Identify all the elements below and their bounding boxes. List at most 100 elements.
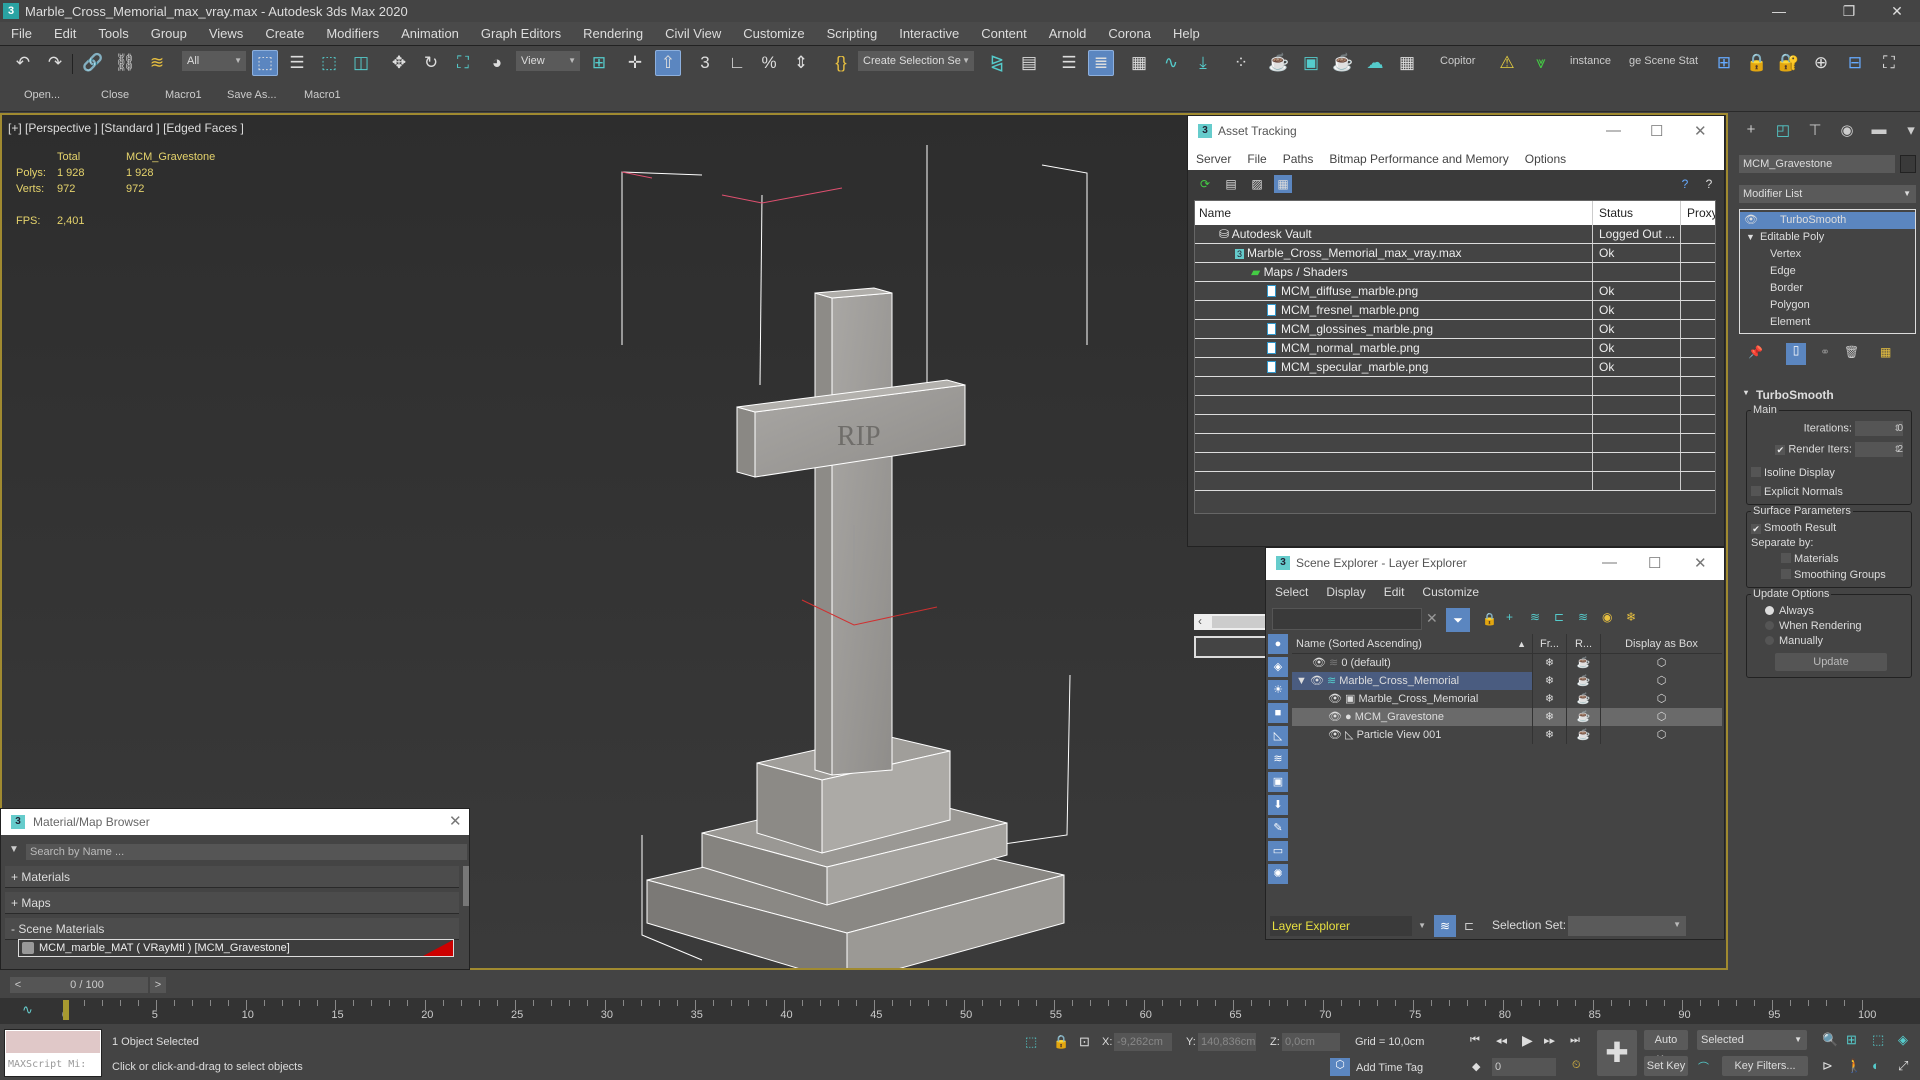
play-icon[interactable]: ▶ [1522, 1032, 1533, 1049]
a360-gallery-icon[interactable]: ▦ [1394, 50, 1420, 76]
curve-editor-icon[interactable]: ∿ [1158, 50, 1184, 76]
select-by-name-icon[interactable]: ☰ [284, 50, 310, 76]
layer-row[interactable]: 👁 ≋ 0 (default) ❄ ☕ ⬡ [1292, 654, 1722, 672]
snaps-toggle-icon[interactable]: 3 [692, 50, 718, 76]
refresh-icon[interactable]: ⟳ [1196, 175, 1214, 193]
angle-snap-icon[interactable]: ∟ [724, 50, 750, 76]
materials-checkbox[interactable] [1781, 553, 1791, 563]
asset-row[interactable]: MCM_specular_marble.png Ok [1195, 358, 1715, 377]
visibility-eye-icon[interactable]: 👁 [1310, 675, 1324, 687]
link-icon[interactable]: 🔗 [80, 50, 106, 76]
layer-mode-icon[interactable]: ≋ [1434, 915, 1456, 937]
materials-section[interactable]: + Materials [5, 866, 459, 888]
schematic-view-icon[interactable]: ⤓ [1190, 50, 1216, 76]
configure-modifier-sets-icon[interactable]: ▦ [1880, 345, 1891, 359]
space-warps-filter-icon[interactable]: ≋ [1268, 749, 1288, 769]
add-layer-icon[interactable]: + [1506, 610, 1513, 624]
helpers-filter-icon[interactable]: ◺ [1268, 726, 1288, 746]
keyboard-shortcut-override-icon[interactable]: ⇧ [655, 50, 681, 76]
pin-stack-icon[interactable]: 📌 [1748, 345, 1763, 359]
add-layout-icon[interactable]: ⊕ [1808, 50, 1834, 76]
eye-icon[interactable]: 👁 [1744, 212, 1758, 229]
menu-server[interactable]: Server [1188, 152, 1239, 166]
rendered-frame-window-icon[interactable]: ▣ [1298, 50, 1324, 76]
object-row[interactable]: 👁 ▣ Marble_Cross_Memorial ❄ ☕ ⬡ [1292, 690, 1722, 708]
visibility-eye-icon[interactable]: 👁 [1312, 657, 1326, 669]
menu-select[interactable]: Select [1266, 585, 1317, 599]
close-button[interactable]: ✕ [449, 812, 462, 830]
y-coordinate-field[interactable]: 140,836cm [1198, 1033, 1256, 1051]
isolate-icon[interactable]: ◉ [1602, 610, 1612, 624]
percent-snap-icon[interactable]: % [756, 50, 782, 76]
render-iters-checkbox[interactable]: ✔ [1775, 445, 1786, 456]
asset-row[interactable]: ⛁ Autodesk Vault Logged Out ... [1195, 225, 1715, 244]
update-button[interactable]: Update [1775, 653, 1887, 671]
current-frame-marker[interactable] [63, 1000, 69, 1020]
particles-filter-icon[interactable]: ✺ [1268, 864, 1288, 884]
go-to-end-icon[interactable]: ⏭ [1570, 1034, 1580, 1047]
stack-item-polygon[interactable]: Polygon [1740, 297, 1915, 314]
menu-tools[interactable]: Tools [87, 22, 139, 46]
menu-animation[interactable]: Animation [390, 22, 470, 46]
zoom-icon[interactable]: 🔍 [1822, 1032, 1838, 1048]
bones-filter-icon[interactable]: ✎ [1268, 818, 1288, 838]
modifier-list-select[interactable]: Modifier List ▼ [1739, 185, 1916, 203]
object-name-field[interactable]: MCM_Gravestone [1739, 155, 1895, 173]
explorer-type-select[interactable]: Layer Explorer ▼ [1270, 916, 1426, 936]
unlink-icon[interactable]: ⛓ [112, 50, 138, 76]
add-to-layer-icon[interactable]: ≋ [1530, 610, 1540, 624]
close-button[interactable]: ✕ [1874, 0, 1920, 22]
stack-item-border[interactable]: Border [1740, 280, 1915, 297]
layers-icon[interactable]: ≋ [1578, 610, 1588, 624]
when-rendering-radio[interactable] [1765, 621, 1774, 630]
create-tab-icon[interactable]: + [1738, 121, 1764, 143]
expand-triangle-icon[interactable]: ▼ [1296, 675, 1307, 687]
isolate-selection-icon[interactable]: ⬚ [1025, 1034, 1037, 1050]
menu-scripting[interactable]: Scripting [816, 22, 889, 46]
maximize-toggle-icon[interactable]: ⤢ [1898, 1058, 1908, 1074]
visibility-eye-icon[interactable]: 👁 [1328, 693, 1342, 705]
edit-named-selection-icon[interactable]: {} [828, 50, 854, 76]
help-icon[interactable]: ? [1676, 175, 1694, 193]
scene-state-button[interactable]: ge Scene Stat [1629, 55, 1698, 67]
render-teapot-icon[interactable]: ☕ [1566, 708, 1600, 726]
asset-row[interactable]: MCM_normal_marble.png Ok [1195, 339, 1715, 358]
smoothing-groups-checkbox[interactable] [1781, 569, 1791, 579]
menu-content[interactable]: Content [970, 22, 1038, 46]
default-tangent-icon[interactable]: ⌒ [1698, 1059, 1709, 1075]
add-time-tag-button[interactable]: Add Time Tag [1356, 1062, 1423, 1074]
search-by-name-input[interactable]: Search by Name ... [26, 844, 467, 860]
column-name[interactable]: Name (Sorted Ascending) ▲ [1292, 634, 1532, 653]
scroll-left-icon[interactable]: ‹ [1198, 614, 1202, 628]
menu-corona[interactable]: Corona [1097, 22, 1162, 46]
previous-key-icon[interactable]: ◂◂ [1496, 1034, 1507, 1047]
hierarchy-icon[interactable]: ⊏ [1554, 610, 1564, 624]
track-bar[interactable]: ∿ 05101520253035404550556065707580859095… [0, 998, 1920, 1024]
maximize-button[interactable]: ☐ [1648, 554, 1661, 572]
close-button[interactable]: ✕ [1694, 122, 1707, 140]
rotate-icon[interactable]: ↻ [418, 50, 444, 76]
column-status[interactable]: Status [1593, 201, 1681, 225]
geometry-filter-icon[interactable]: ● [1268, 634, 1288, 654]
key-mode-toggle-icon[interactable]: ◆ [1472, 1060, 1480, 1073]
stack-item-edge[interactable]: Edge [1740, 263, 1915, 280]
menu-customize[interactable]: Customize [732, 22, 815, 46]
selection-filter-select[interactable]: All ▼ [182, 51, 246, 71]
selection-set-select[interactable]: ▼ [1568, 916, 1686, 936]
redo-icon[interactable]: ↷ [42, 50, 68, 76]
zoom-all-icon[interactable]: ⊞ [1846, 1032, 1857, 1048]
z-coordinate-field[interactable]: 0,0cm [1282, 1033, 1340, 1051]
set-keys-button[interactable]: ✚ [1597, 1030, 1637, 1076]
modify-tab-icon[interactable]: ◰ [1770, 121, 1796, 143]
toggle-ribbon-icon[interactable]: ▦ [1126, 50, 1152, 76]
visibility-eye-icon[interactable]: 👁 [1328, 711, 1342, 723]
always-radio[interactable] [1765, 606, 1774, 615]
double-chevron-icon[interactable]: ⩔ [1528, 50, 1554, 76]
freeze-icon[interactable]: ❄ [1532, 654, 1566, 672]
mirror-icon[interactable]: ⧎ [984, 50, 1010, 76]
select-object-icon[interactable]: ⬚ [252, 50, 278, 76]
menu-edit[interactable]: Edit [43, 22, 87, 46]
asset-row[interactable]: 3 Marble_Cross_Memorial_max_vray.max Ok [1195, 244, 1715, 263]
menu-interactive[interactable]: Interactive [888, 22, 970, 46]
menu-group[interactable]: Group [140, 22, 198, 46]
